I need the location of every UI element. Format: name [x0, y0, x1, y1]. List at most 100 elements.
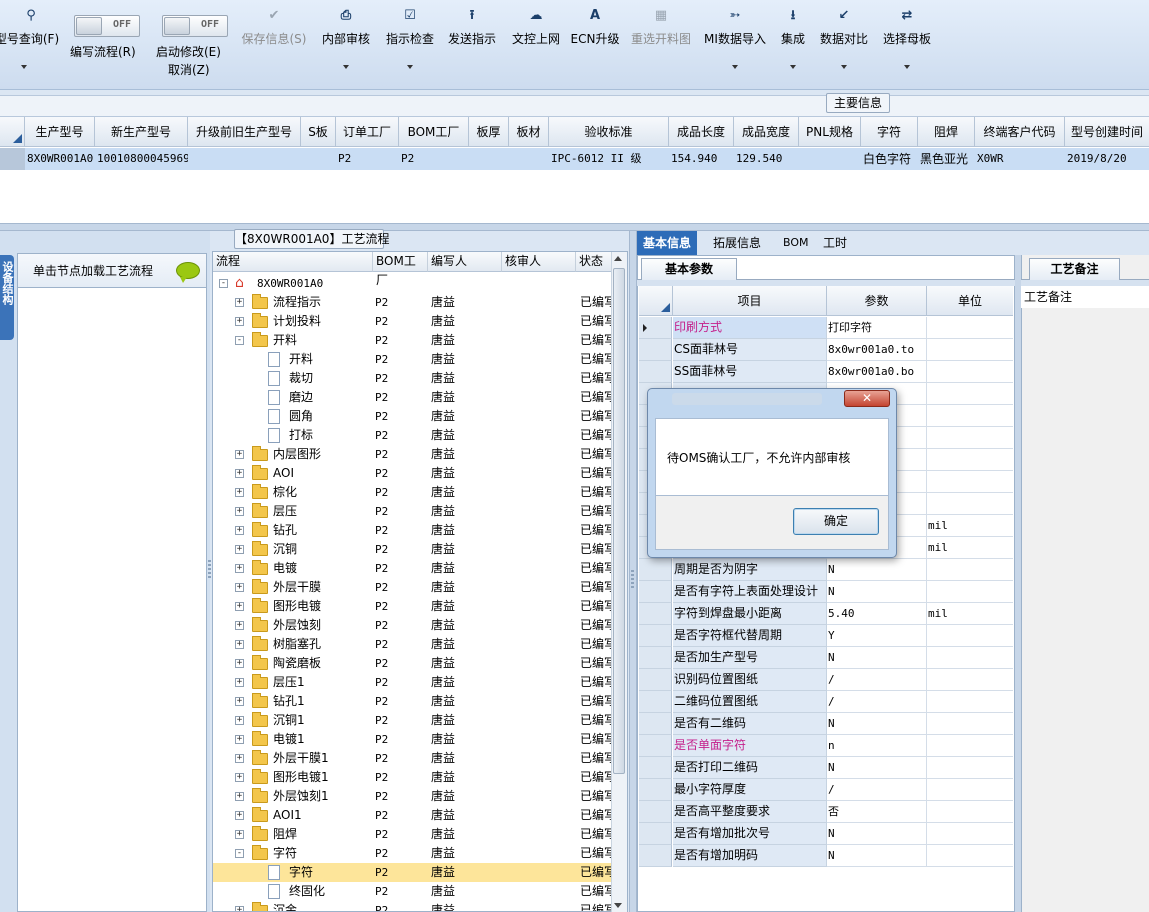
instruction-check-button[interactable]: ☑ 指示检查 [382, 8, 438, 69]
mi-data-import-button[interactable]: ➳ MI数据导入 [702, 8, 768, 69]
tree-row[interactable]: + 阻焊 P2 唐益 已编写 [213, 825, 616, 844]
tab-bom[interactable]: BOM [777, 231, 815, 255]
param-row[interactable]: 是否有增加明码 N [639, 845, 1013, 867]
row-selector[interactable] [639, 691, 672, 713]
tree-row[interactable]: + 内层图形 P2 唐益 已编写 [213, 445, 616, 464]
tab-basic-params[interactable]: 基本参数 [641, 258, 737, 280]
expand-icon[interactable]: + [235, 298, 244, 307]
expand-icon[interactable]: + [235, 830, 244, 839]
param-value[interactable]: N [827, 559, 927, 581]
tree-row[interactable]: + 外层干膜1 P2 唐益 已编写 [213, 749, 616, 768]
param-row[interactable]: 是否加生产型号 N [639, 647, 1013, 669]
expand-icon[interactable]: + [235, 735, 244, 744]
grid-cell[interactable]: 黑色亚光 [918, 148, 975, 170]
tree-header[interactable]: 状态 [576, 252, 616, 272]
param-row[interactable]: 是否字符框代替周期 Y [639, 625, 1013, 647]
grid-header[interactable]: 生产型号 [25, 117, 95, 147]
param-row[interactable]: 是否有字符上表面处理设计 N [639, 581, 1013, 603]
param-value[interactable]: N [827, 581, 927, 603]
tree-row[interactable]: + 沉铜1 P2 唐益 已编写 [213, 711, 616, 730]
tab-work-hours[interactable]: 工时 [817, 231, 853, 255]
tree-row[interactable]: + 图形电镀 P2 唐益 已编写 [213, 597, 616, 616]
grid-cell[interactable]: 154.940 [669, 148, 734, 170]
tree-row[interactable]: + 沉金 P2 唐益 已编写 [213, 901, 616, 911]
row-selector[interactable] [639, 625, 672, 647]
tree-header[interactable]: 流程 [213, 252, 373, 272]
data-compare-button[interactable]: ↙ 数据对比 [816, 8, 872, 69]
scroll-down-icon[interactable] [614, 903, 622, 908]
expand-icon[interactable]: + [235, 526, 244, 535]
scroll-thumb[interactable] [613, 268, 625, 774]
tree-header[interactable]: 编写人 [428, 252, 502, 272]
param-row[interactable]: 是否高平整度要求否 [639, 801, 1013, 823]
collapse-icon[interactable]: - [235, 849, 244, 858]
expand-icon[interactable]: + [235, 507, 244, 516]
grid-header[interactable]: BOM工厂 [399, 117, 469, 147]
expand-icon[interactable]: + [235, 678, 244, 687]
param-row[interactable]: 是否单面字符 n [639, 735, 1013, 757]
main-info-tab[interactable]: 主要信息 [826, 93, 890, 113]
scroll-up-icon[interactable] [614, 256, 622, 261]
grid-header[interactable]: 阻焊 [918, 117, 975, 147]
row-selector[interactable] [639, 713, 672, 735]
grid-cell[interactable] [188, 148, 301, 170]
tree-row[interactable]: + 计划投料 P2 唐益 已编写 [213, 312, 616, 331]
row-selector[interactable] [639, 669, 672, 691]
grid-header[interactable]: PNL规格 [799, 117, 861, 147]
grid-cell[interactable]: P2 [336, 148, 399, 170]
write-flow-toggle[interactable]: OFF 编写流程(R) [70, 15, 140, 59]
row-selector[interactable] [639, 361, 672, 383]
equipment-structure-tab[interactable]: 设备结构 [0, 255, 14, 340]
params-header[interactable]: 项目 [673, 286, 827, 316]
tree-row[interactable]: + 棕化 P2 唐益 已编写 [213, 483, 616, 502]
splitter-grip[interactable] [631, 570, 634, 588]
param-value[interactable]: 5.40 [827, 603, 927, 625]
query-model-button[interactable]: ⚲ 型号查询(F) [0, 8, 66, 69]
tree-row[interactable]: + 电镀1 P2 唐益 已编写 [213, 730, 616, 749]
expand-icon[interactable]: + [235, 640, 244, 649]
expand-icon[interactable]: + [235, 583, 244, 592]
tree-row[interactable]: 磨边 P2 唐益 已编写 [213, 388, 616, 407]
expand-icon[interactable]: + [235, 545, 244, 554]
row-selector[interactable] [639, 735, 672, 757]
grid-cell[interactable]: 8X0WR001A0 [25, 148, 95, 170]
param-value[interactable]: Y [827, 625, 927, 647]
expand-icon[interactable]: + [235, 659, 244, 668]
grid-cell[interactable] [469, 148, 509, 170]
expand-icon[interactable]: + [235, 792, 244, 801]
expand-icon[interactable]: + [235, 754, 244, 763]
tab-process-note[interactable]: 工艺备注 [1029, 258, 1120, 280]
row-selector[interactable] [639, 581, 672, 603]
integrate-button[interactable]: ⭳ 集成 [776, 8, 810, 69]
row-selector[interactable] [639, 823, 672, 845]
tree-row[interactable]: + 层压 P2 唐益 已编写 [213, 502, 616, 521]
expand-icon[interactable]: + [235, 469, 244, 478]
row-selector[interactable] [639, 845, 672, 867]
grid-cell[interactable]: P2 [399, 148, 469, 170]
tree-row[interactable]: + AOI P2 唐益 已编写 [213, 464, 616, 483]
params-header[interactable]: 单位 [927, 286, 1013, 316]
grid-header[interactable]: 成品宽度 [734, 117, 799, 147]
param-value[interactable]: N [827, 823, 927, 845]
tree-header[interactable]: BOM工厂 [373, 252, 428, 287]
tree-row[interactable]: + 陶瓷磨板 P2 唐益 已编写 [213, 654, 616, 673]
grid-cell[interactable]: X0WR [975, 148, 1065, 170]
expand-icon[interactable]: + [235, 450, 244, 459]
param-value[interactable]: N [827, 647, 927, 669]
grid-header[interactable]: 升级前旧生产型号 [188, 117, 301, 147]
row-selector[interactable] [639, 801, 672, 823]
tree-row[interactable]: 打标 P2 唐益 已编写 [213, 426, 616, 445]
grid-header[interactable]: 订单工厂 [336, 117, 399, 147]
tree-row[interactable]: + 钻孔1 P2 唐益 已编写 [213, 692, 616, 711]
param-value[interactable]: / [827, 669, 927, 691]
param-row[interactable]: SS面菲林号 8x0wr001a0.bo [639, 361, 1013, 383]
tree-row[interactable]: + 外层干膜 P2 唐益 已编写 [213, 578, 616, 597]
param-value[interactable]: / [827, 779, 927, 801]
row-selector[interactable] [639, 317, 672, 339]
grid-header[interactable]: 终端客户代码 [975, 117, 1065, 147]
tree-row[interactable]: 终固化 P2 唐益 已编写 [213, 882, 616, 901]
grid-header[interactable]: S板 [301, 117, 336, 147]
tree-row[interactable]: + AOI1 P2 唐益 已编写 [213, 806, 616, 825]
param-value[interactable]: N [827, 845, 927, 867]
grid-cell[interactable] [301, 148, 336, 170]
